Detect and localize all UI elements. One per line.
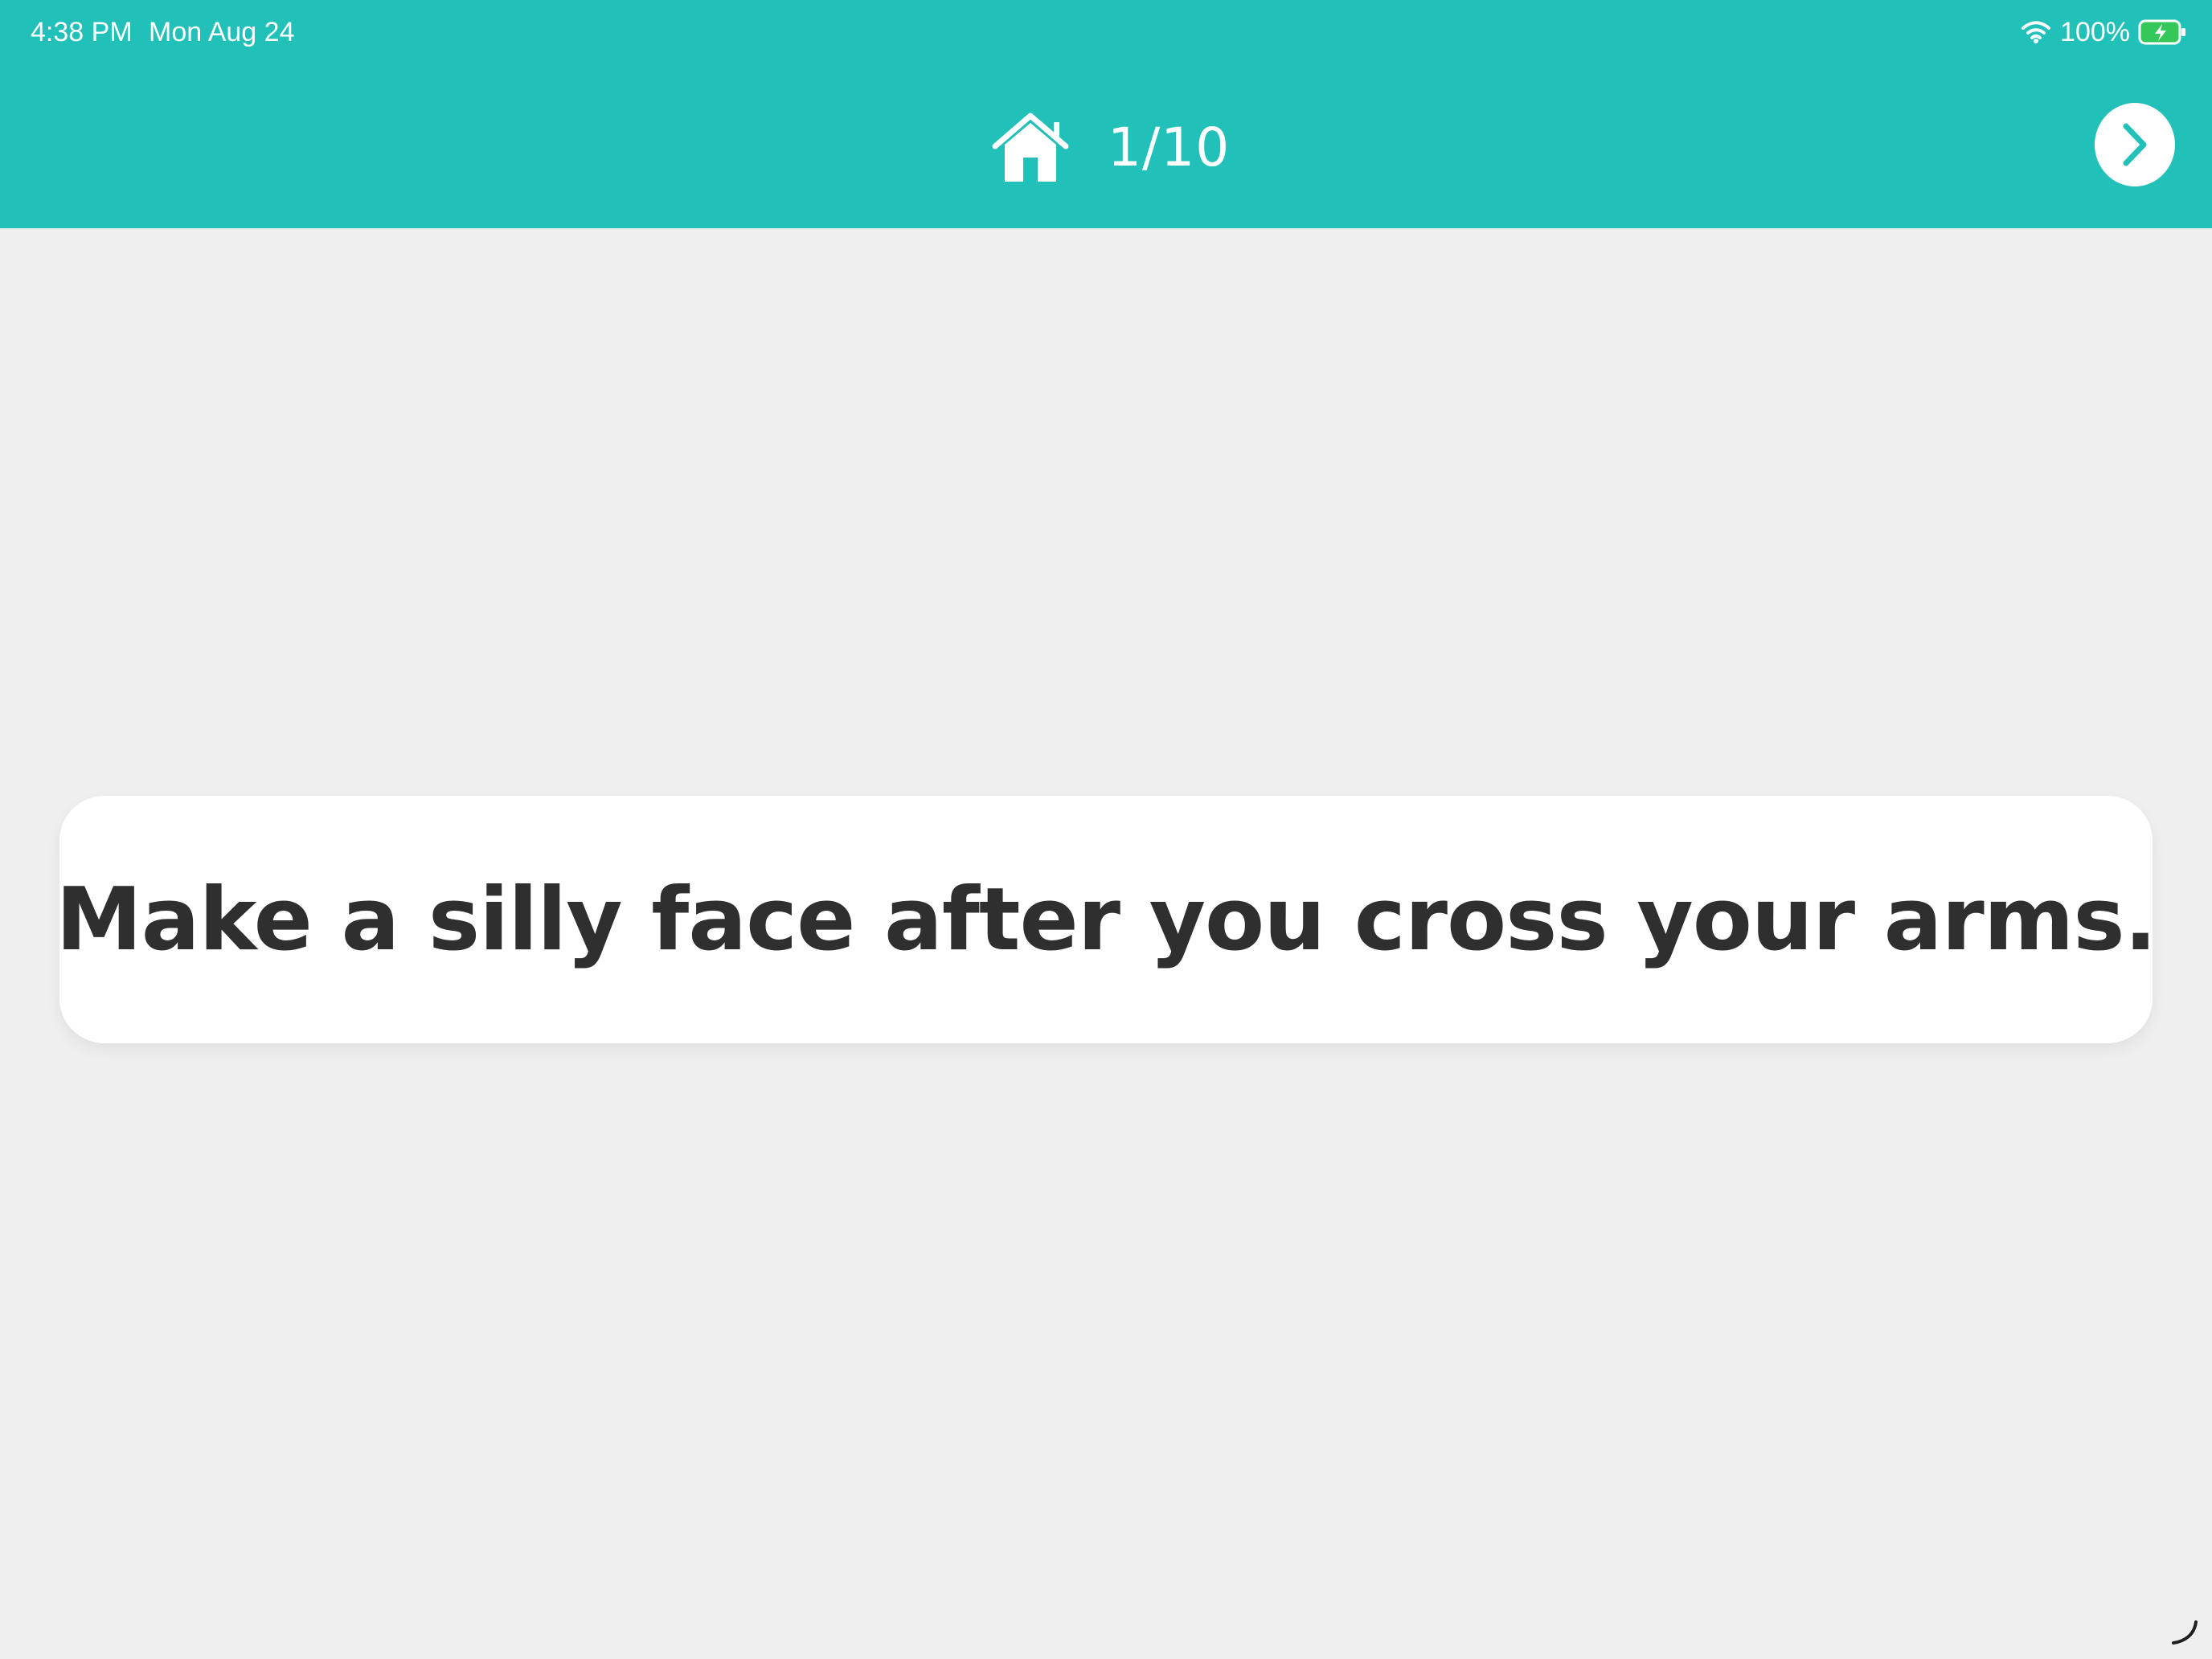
wifi-icon	[2022, 21, 2051, 43]
chevron-right-icon	[2123, 123, 2147, 166]
app-header-bar: 4:38 PM Mon Aug 24 100% 1/10	[0, 0, 2212, 228]
next-button[interactable]	[2095, 103, 2175, 186]
progress-counter: 1/10	[1108, 117, 1231, 178]
battery-percent: 100%	[2060, 16, 2130, 47]
prompt-text: Make a silly face after you cross your a…	[55, 869, 2157, 970]
loading-spinner-icon	[2172, 1620, 2198, 1645]
prompt-card: Make a silly face after you cross your a…	[55, 796, 2157, 1043]
status-right-group: 100%	[2020, 14, 2188, 50]
header-center: 1/10	[990, 108, 1230, 188]
status-time: 4:38 PM	[31, 17, 133, 47]
status-date: Mon Aug 24	[149, 17, 295, 47]
home-icon[interactable]	[990, 111, 1071, 185]
battery-charging-icon	[2138, 19, 2185, 45]
